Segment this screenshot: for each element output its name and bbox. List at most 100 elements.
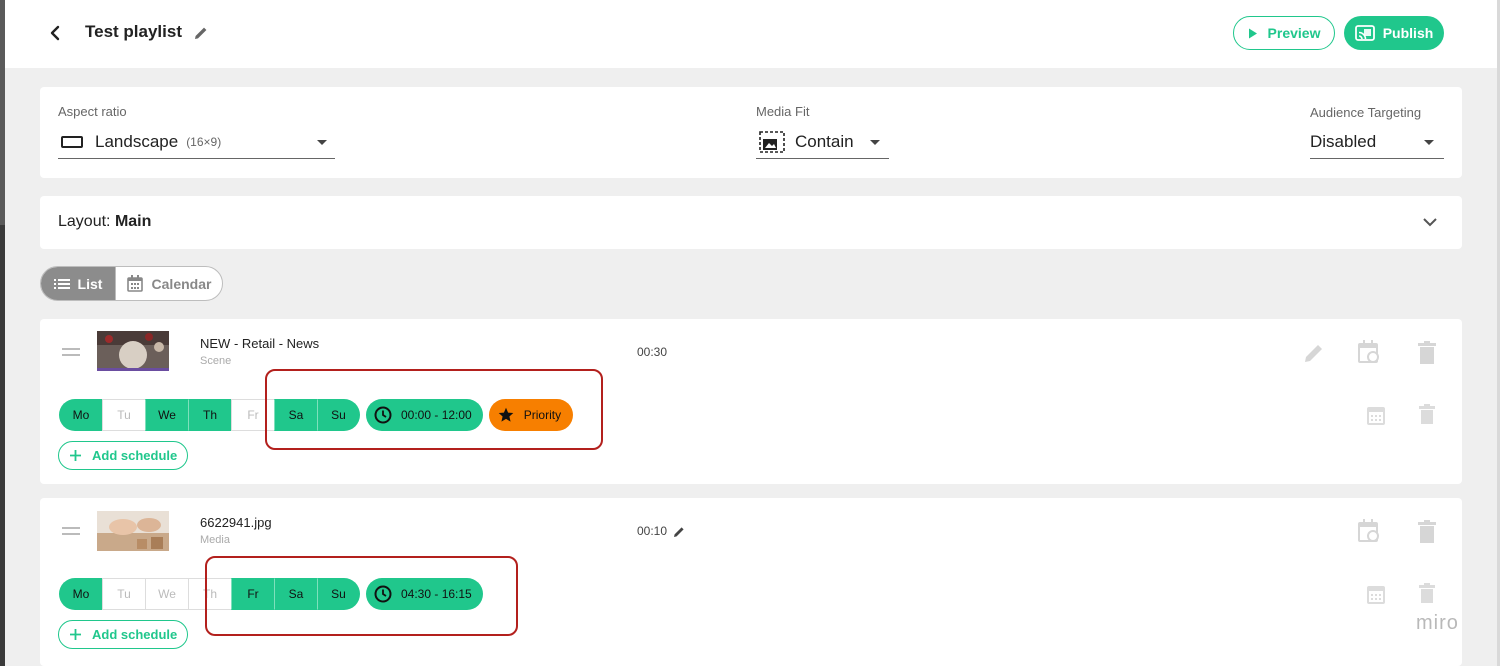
layout-name: Main [114, 213, 152, 230]
day-label: We [158, 408, 176, 422]
contain-icon [759, 130, 785, 153]
item-name: 6622941.jpg [200, 515, 272, 530]
preview-button[interactable]: Preview [1233, 16, 1335, 50]
calendar-view-label: Calendar [151, 275, 212, 292]
schedule-calendar-icon[interactable] [1366, 404, 1388, 428]
day-toggle-we[interactable]: We [145, 399, 188, 431]
item-name: NEW - Retail - News [200, 336, 320, 351]
day-toggle-fr[interactable]: Fr [231, 399, 274, 431]
calendar-repeat-icon[interactable] [1358, 519, 1380, 543]
time-range-chip[interactable]: 00:00 - 12:00 [366, 399, 483, 431]
day-label: Th [202, 587, 217, 601]
clock-icon [374, 406, 392, 424]
schedule-trash-icon[interactable] [1417, 404, 1439, 428]
schedule-days: Mo Tu We Th Fr Sa Su 04:30 - 16:15 [59, 578, 483, 610]
day-toggle-mo[interactable]: Mo [59, 578, 102, 610]
time-range-label: 04:30 - 16:15 [401, 587, 472, 601]
layout-label: Layout: Main [58, 213, 151, 231]
day-toggle-we[interactable]: We [145, 578, 188, 610]
day-label: Sa [288, 587, 304, 601]
add-schedule-label: Add schedule [92, 448, 178, 463]
edit-icon[interactable] [1303, 341, 1325, 365]
pencil-icon[interactable] [193, 25, 209, 41]
day-label: Su [331, 408, 346, 422]
chevron-down-icon[interactable] [1422, 215, 1438, 229]
item-thumbnail[interactable] [97, 511, 169, 551]
playlist-settings-card: Aspect ratio Landscape (16×9) Media Fit … [40, 87, 1462, 178]
chevron-down-icon [1424, 140, 1434, 145]
day-label: Fr [247, 587, 259, 601]
day-label: Su [331, 587, 346, 601]
add-schedule-button[interactable]: Add schedule [58, 441, 189, 470]
day-toggle-tu[interactable]: Tu [102, 578, 145, 610]
aspect-ratio-value: Landscape [95, 131, 179, 151]
item-type: Scene [200, 355, 232, 367]
day-toggle-mo[interactable]: Mo [59, 399, 102, 431]
media-fit-label: Media Fit [756, 104, 810, 119]
media-fit-select[interactable]: Contain [756, 125, 889, 159]
audience-targeting-value: Disabled [1310, 131, 1377, 151]
day-toggle-su[interactable]: Su [317, 578, 360, 610]
day-toggle-su[interactable]: Su [317, 399, 360, 431]
schedule-calendar-icon[interactable] [1366, 583, 1388, 607]
day-label: Tu [117, 408, 131, 422]
plus-icon [70, 629, 81, 640]
calendar-repeat-icon[interactable] [1358, 340, 1380, 364]
trash-icon[interactable] [1416, 341, 1438, 365]
priority-chip[interactable]: Priority [488, 399, 574, 431]
audience-targeting-label: Audience Targeting [1310, 105, 1422, 120]
left-window-edge [0, 0, 5, 666]
landscape-icon [61, 135, 83, 148]
priority-label: Priority [523, 408, 562, 422]
day-toggle-sa[interactable]: Sa [274, 578, 317, 610]
day-toggle-th[interactable]: Th [188, 399, 231, 431]
drag-handle-icon[interactable] [62, 348, 80, 356]
day-label: Mo [72, 587, 90, 601]
day-toggle-sa[interactable]: Sa [274, 399, 317, 431]
day-toggle-fr[interactable]: Fr [231, 578, 274, 610]
list-view-button[interactable]: List [41, 267, 115, 300]
audience-targeting-select[interactable]: Disabled [1310, 125, 1444, 159]
item-type: Media [200, 534, 230, 546]
day-label: Fr [247, 408, 259, 422]
aspect-ratio-detail: (16×9) [186, 134, 222, 149]
duration-edit-icon[interactable] [673, 525, 686, 538]
media-fit-value: Contain [795, 131, 854, 151]
day-toggle-th[interactable]: Th [188, 578, 231, 610]
clock-icon [374, 585, 392, 603]
item-thumbnail[interactable] [97, 331, 169, 371]
back-arrow-icon[interactable] [45, 22, 65, 44]
calendar-icon [126, 275, 143, 292]
item-duration: 00:30 [637, 345, 668, 359]
playlist-item: 6622941.jpg Media 00:10 Mo Tu We Th Fr S… [40, 498, 1462, 666]
chevron-down-icon [870, 140, 880, 145]
view-toggle: List Calendar [40, 266, 223, 301]
calendar-view-button[interactable]: Calendar [115, 267, 222, 300]
star-icon [498, 407, 514, 422]
list-view-label: List [77, 275, 103, 292]
item-duration: 00:10 [637, 524, 668, 538]
publish-button[interactable]: Publish [1344, 16, 1444, 50]
aspect-ratio-label: Aspect ratio [58, 104, 127, 119]
add-schedule-button[interactable]: Add schedule [58, 620, 189, 649]
time-range-chip[interactable]: 04:30 - 16:15 [366, 578, 483, 610]
day-label: We [158, 587, 176, 601]
top-bar: Test playlist Preview Publish [5, 0, 1497, 68]
layout-accordion[interactable]: Layout: Main [40, 196, 1462, 249]
aspect-ratio-select[interactable]: Landscape (16×9) [58, 125, 335, 159]
day-label: Th [202, 408, 217, 422]
playlist-title: Test playlist [85, 22, 182, 41]
day-label: Tu [117, 587, 131, 601]
trash-icon[interactable] [1416, 520, 1438, 544]
schedule-trash-icon[interactable] [1417, 583, 1439, 607]
play-icon [1248, 28, 1257, 38]
publish-button-label: Publish [1382, 25, 1434, 41]
miro-watermark: miro [1416, 612, 1459, 634]
schedule-days: Mo Tu We Th Fr Sa Su 00:00 - 12:00 Prior… [59, 399, 574, 431]
add-schedule-label: Add schedule [92, 627, 178, 642]
chevron-down-icon [317, 140, 327, 145]
drag-handle-icon[interactable] [62, 527, 80, 535]
layout-prefix: Layout: [58, 213, 111, 230]
day-toggle-tu[interactable]: Tu [102, 399, 145, 431]
list-icon [53, 278, 70, 289]
